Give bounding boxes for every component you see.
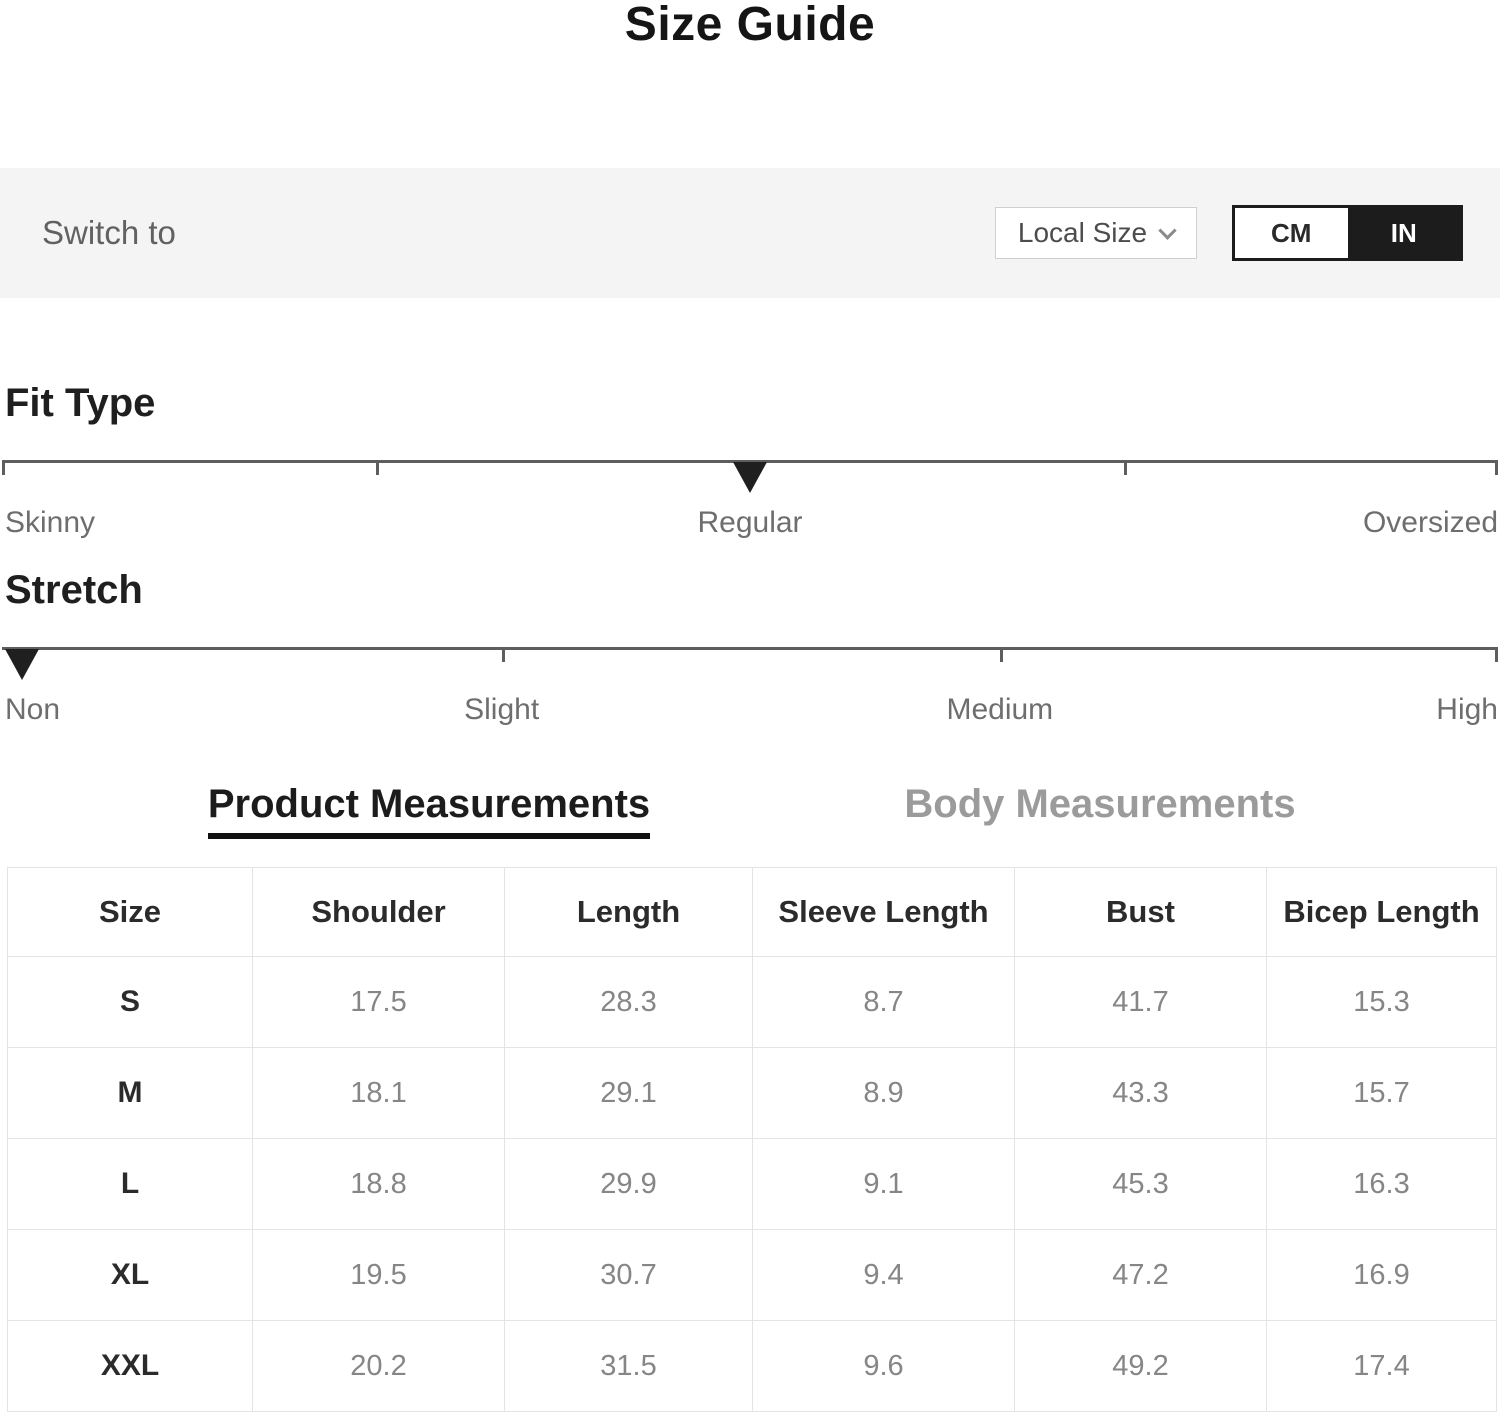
value-cell: 17.4 — [1266, 1320, 1497, 1412]
value-cell: 29.1 — [504, 1047, 753, 1139]
table-row: XL 19.5 30.7 9.4 47.2 16.9 — [7, 1229, 1497, 1321]
size-cell: XL — [7, 1229, 253, 1321]
header-cell-sleeve-length: Sleeve Length — [752, 867, 1015, 957]
slider-marker-icon — [733, 462, 767, 493]
measurement-tabs: Product Measurements Body Measurements — [0, 783, 1500, 839]
unit-toggle: CM IN — [1232, 205, 1463, 261]
fit-label-regular: Regular — [697, 506, 803, 539]
slider-tick — [376, 460, 379, 475]
value-cell: 29.9 — [504, 1138, 753, 1230]
stretch-slider-labels: Non Slight Medium High — [2, 692, 1498, 728]
tab-col-left: Product Measurements — [0, 783, 750, 839]
in-button[interactable]: IN — [1347, 208, 1460, 258]
value-cell: 17.5 — [252, 956, 505, 1048]
header-cell-bicep-length: Bicep Length — [1266, 867, 1497, 957]
table-row: M 18.1 29.1 8.9 43.3 15.7 — [7, 1047, 1497, 1139]
table-header-row: Size Shoulder Length Sleeve Length Bust … — [7, 867, 1497, 957]
header-cell-size: Size — [7, 867, 253, 957]
table-row: S 17.5 28.3 8.7 41.7 15.3 — [7, 956, 1497, 1048]
cm-button[interactable]: CM — [1235, 208, 1348, 258]
local-size-dropdown[interactable]: Local Size — [995, 207, 1197, 259]
fit-type-slider-track — [2, 460, 1498, 493]
measurement-table: Size Shoulder Length Sleeve Length Bust … — [7, 867, 1497, 1412]
value-cell: 8.7 — [752, 956, 1015, 1048]
fit-type-slider-labels: Skinny Regular Oversized — [2, 505, 1498, 541]
local-size-label: Local Size — [1017, 217, 1148, 248]
value-cell: 41.7 — [1014, 956, 1267, 1048]
fit-label-oversized: Oversized — [1362, 506, 1498, 539]
table-row: XXL 20.2 31.5 9.6 49.2 17.4 — [7, 1320, 1497, 1412]
chevron-down-icon — [1158, 220, 1177, 240]
switch-to-label: Switch to — [42, 214, 176, 251]
tab-col-right: Body Measurements — [750, 783, 1500, 839]
slider-tick — [1495, 460, 1498, 475]
slider-tick — [2, 460, 5, 475]
stretch-label-high: High — [1436, 693, 1498, 726]
slider-tick — [999, 647, 1003, 662]
unit-switch-bar: Switch to Local Size CM IN — [0, 168, 1500, 298]
value-cell: 28.3 — [504, 956, 753, 1048]
value-cell: 20.2 — [252, 1320, 505, 1412]
value-cell: 8.9 — [752, 1047, 1015, 1139]
fit-label-skinny: Skinny — [5, 506, 96, 539]
tab-product-measurements[interactable]: Product Measurements — [207, 783, 651, 839]
unit-bar-controls: Local Size CM IN — [995, 205, 1463, 261]
header-cell-length: Length — [504, 867, 753, 957]
stretch-slider-track — [2, 647, 1498, 680]
value-cell: 9.6 — [752, 1320, 1015, 1412]
stretch-label-slight: Slight — [464, 693, 540, 726]
stretch-slider: Non Slight Medium High — [2, 647, 1498, 728]
size-cell: L — [7, 1138, 253, 1230]
value-cell: 15.3 — [1266, 956, 1497, 1048]
value-cell: 9.4 — [752, 1229, 1015, 1321]
slider-tick — [1124, 460, 1127, 475]
value-cell: 19.5 — [252, 1229, 505, 1321]
table-row: L 18.8 29.9 9.1 45.3 16.3 — [7, 1138, 1497, 1230]
value-cell: 31.5 — [504, 1320, 753, 1412]
value-cell: 45.3 — [1014, 1138, 1267, 1230]
value-cell: 15.7 — [1266, 1047, 1497, 1139]
value-cell: 16.9 — [1266, 1229, 1497, 1321]
tab-body-measurements[interactable]: Body Measurements — [904, 783, 1295, 839]
header-cell-bust: Bust — [1014, 867, 1267, 957]
stretch-label-non: Non — [5, 693, 61, 726]
slider-marker-icon — [5, 649, 39, 680]
value-cell: 18.1 — [252, 1047, 505, 1139]
stretch-heading: Stretch — [5, 568, 143, 612]
value-cell: 47.2 — [1014, 1229, 1267, 1321]
slider-tick — [501, 647, 505, 662]
fit-type-heading: Fit Type — [5, 381, 156, 425]
size-cell: S — [7, 956, 253, 1048]
page-title: Size Guide — [624, 0, 876, 51]
header-cell-shoulder: Shoulder — [252, 867, 505, 957]
value-cell: 30.7 — [504, 1229, 753, 1321]
stretch-label-medium: Medium — [946, 693, 1054, 726]
value-cell: 43.3 — [1014, 1047, 1267, 1139]
slider-tick — [1495, 647, 1498, 662]
value-cell: 9.1 — [752, 1138, 1015, 1230]
value-cell: 16.3 — [1266, 1138, 1497, 1230]
value-cell: 49.2 — [1014, 1320, 1267, 1412]
fit-type-slider: Skinny Regular Oversized — [2, 460, 1498, 541]
value-cell: 18.8 — [252, 1138, 505, 1230]
size-cell: XXL — [7, 1320, 253, 1412]
size-cell: M — [7, 1047, 253, 1139]
